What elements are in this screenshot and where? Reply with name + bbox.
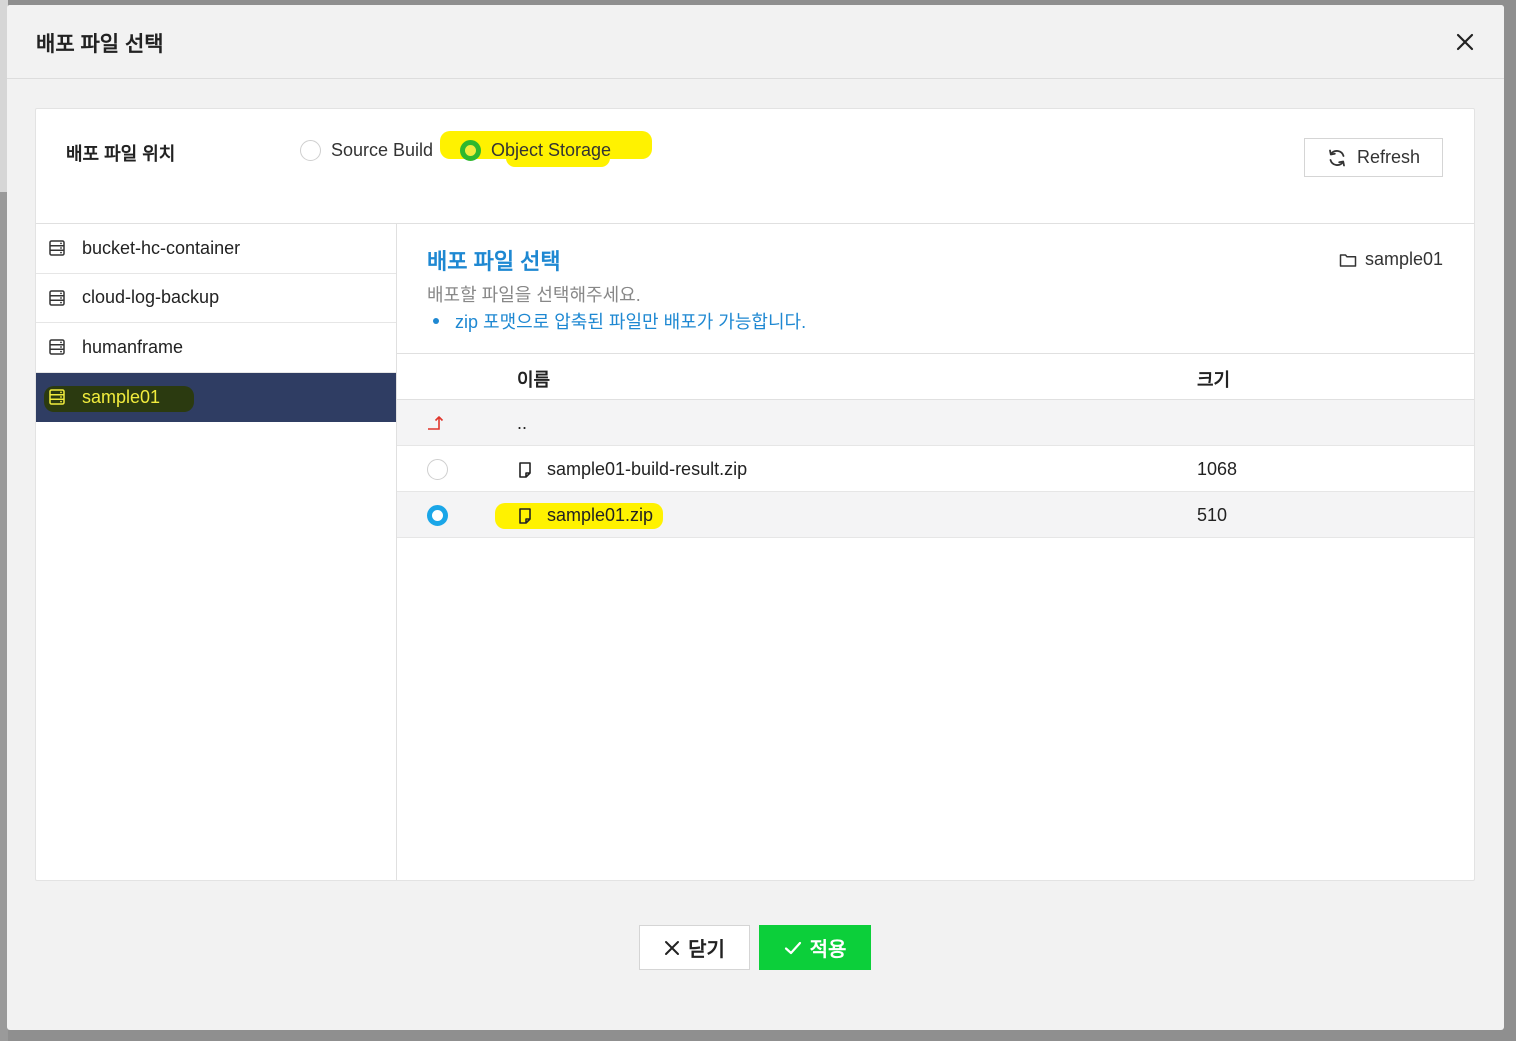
close-icon xyxy=(665,940,680,955)
bucket-name: cloud-log-backup xyxy=(82,287,220,308)
location-label: 배포 파일 위치 xyxy=(66,144,176,164)
radio-object-storage-label: Object Storage xyxy=(491,140,612,160)
file-format-note: zip 포맷으로 압축된 파일만 배포가 가능합니다. xyxy=(427,308,806,334)
current-path-text: sample01 xyxy=(1364,249,1443,269)
dialog-footer: 닫기 적용 xyxy=(7,925,1504,971)
storage-bucket-icon xyxy=(49,240,65,256)
file-table: 이름 크기 .. sample01-build-result.zip 1068 … xyxy=(397,353,1474,538)
bucket-name: humanframe xyxy=(82,336,184,357)
file-name-text: sample01-build-result.zip xyxy=(547,459,748,479)
refresh-button[interactable]: Refresh xyxy=(1304,138,1443,177)
file-browser: 배포 파일 선택 배포할 파일을 선택해주세요. zip 포맷으로 압축된 파일… xyxy=(397,224,1474,880)
browser-area: bucket-hc-container cloud-log-backup hum… xyxy=(36,224,1474,880)
apply-button[interactable]: 적용 xyxy=(759,925,871,970)
radio-circle[interactable] xyxy=(300,140,321,161)
column-size: 크기 xyxy=(1197,370,1231,390)
radio-object-storage[interactable]: Object Storage xyxy=(460,140,611,161)
bucket-item[interactable]: bucket-hc-container xyxy=(36,224,396,274)
check-icon xyxy=(784,941,801,954)
file-section-title: 배포 파일 선택 xyxy=(427,249,561,274)
dialog-title: 배포 파일 선택 xyxy=(36,33,164,56)
current-path: sample01 xyxy=(1339,249,1443,270)
file-icon xyxy=(519,461,531,478)
file-size: 510 xyxy=(1197,505,1228,525)
close-button[interactable]: 닫기 xyxy=(639,925,750,970)
table-row[interactable]: sample01-build-result.zip 1068 xyxy=(397,446,1474,492)
close-button-label: 닫기 xyxy=(688,939,725,961)
folder-icon xyxy=(1339,253,1357,267)
apply-button-label: 적용 xyxy=(809,939,847,961)
parent-folder-row[interactable]: .. xyxy=(397,400,1474,446)
parent-folder-icon xyxy=(427,414,445,437)
deploy-file-dialog: 배포 파일 선택 배포 파일 위치 Source Build Object St… xyxy=(7,5,1504,1030)
radio-source-build[interactable]: Source Build xyxy=(300,140,433,161)
bucket-item[interactable]: cloud-log-backup xyxy=(36,274,396,323)
radio-circle-selected[interactable] xyxy=(427,505,448,526)
bucket-name: bucket-hc-container xyxy=(82,237,241,258)
table-header: 이름 크기 xyxy=(397,353,1474,400)
storage-bucket-icon xyxy=(49,290,65,306)
content-panel: 배포 파일 위치 Source Build Object Storage Ref… xyxy=(35,108,1475,881)
bucket-list: bucket-hc-container cloud-log-backup hum… xyxy=(36,224,397,880)
file-icon xyxy=(519,507,531,524)
table-row-selected[interactable]: sample01.zip 510 xyxy=(397,492,1474,538)
file-format-note-text: zip 포맷으로 압축된 파일만 배포가 가능합니다. xyxy=(455,312,807,332)
file-name: sample01.zip xyxy=(517,505,653,526)
row-radio[interactable] xyxy=(427,459,448,485)
radio-circle[interactable] xyxy=(427,459,448,480)
bucket-item-active[interactable]: sample01 xyxy=(36,372,396,422)
close-icon[interactable] xyxy=(1454,31,1476,53)
radio-circle-selected[interactable] xyxy=(460,140,481,161)
parent-folder-label: .. xyxy=(517,413,528,433)
bucket-item[interactable]: humanframe xyxy=(36,323,396,373)
dialog-header: 배포 파일 선택 xyxy=(7,5,1504,79)
file-name: sample01-build-result.zip xyxy=(517,459,747,480)
refresh-icon xyxy=(1329,149,1345,166)
storage-bucket-icon xyxy=(49,339,65,355)
row-radio[interactable] xyxy=(427,505,448,531)
file-size: 1068 xyxy=(1197,459,1238,479)
bullet-icon xyxy=(433,318,439,324)
column-name: 이름 xyxy=(517,370,551,390)
bucket-name: sample01 xyxy=(82,386,161,407)
storage-bucket-icon xyxy=(49,389,65,405)
file-name-text: sample01.zip xyxy=(547,505,654,525)
file-section-description: 배포할 파일을 선택해주세요. xyxy=(427,285,641,305)
refresh-label: Refresh xyxy=(1356,147,1421,167)
radio-source-build-label: Source Build xyxy=(331,140,434,160)
location-bar: 배포 파일 위치 Source Build Object Storage Ref… xyxy=(36,109,1474,224)
